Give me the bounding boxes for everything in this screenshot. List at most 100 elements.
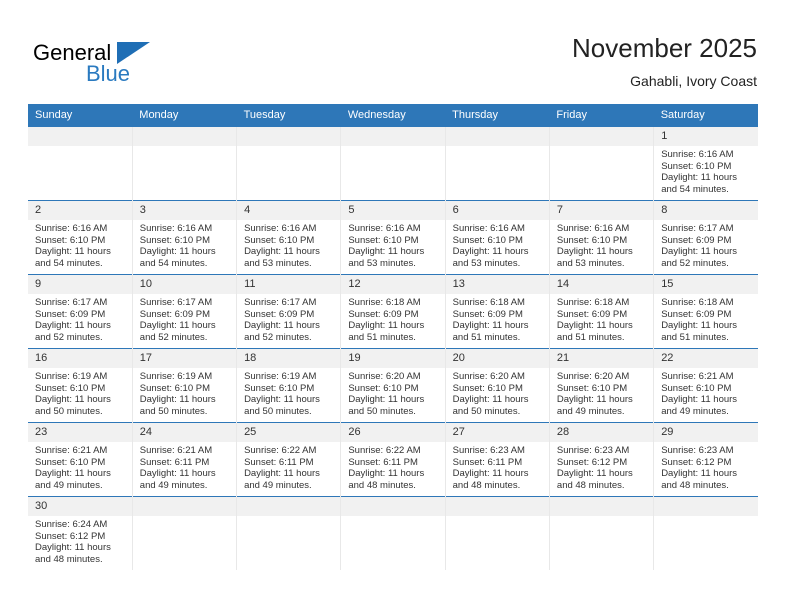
calendar-week-row: 30 Sunrise: 6:24 AM Sunset: 6:12 PM Dayligh… <box>28 496 758 570</box>
calendar-day-cell[interactable]: 14 Sunrise: 6:18 AM Sunset: 6:09 PM Dayligh… <box>548 274 654 349</box>
sunrise-text: Sunrise: 6:16 AM <box>35 223 108 234</box>
calendar-day-cell[interactable]: 19 Sunrise: 6:20 AM Sunset: 6:10 PM Dayligh… <box>340 348 446 423</box>
daylight-text-line1: Daylight: 11 hours <box>139 468 216 480</box>
sunset-text: Sunset: 6:11 PM <box>139 456 210 468</box>
calendar-day-cell[interactable]: 8 Sunrise: 6:17 AM Sunset: 6:09 PM Daylight… <box>653 200 758 275</box>
sunset-text: Sunset: 6:10 PM <box>35 234 106 246</box>
daylight-text-line1: Daylight: 11 hours <box>452 246 529 258</box>
sunset-text: Sunset: 6:09 PM <box>556 308 628 320</box>
daylight-text-line1: Daylight: 11 hours <box>661 246 738 258</box>
daylight-text-line1: Daylight: 11 hours <box>348 468 425 480</box>
calendar-day-cell-empty[interactable] <box>548 496 654 570</box>
daylight-text-line2: and 53 minutes. <box>556 257 625 269</box>
sunrise-text: Sunrise: 6:18 AM <box>452 297 525 308</box>
sunset-text: Sunset: 6:10 PM <box>244 382 315 394</box>
calendar-day-cell-empty[interactable] <box>236 126 341 201</box>
calendar-day-cell[interactable]: 26 Sunrise: 6:22 AM Sunset: 6:11 PM Dayligh… <box>340 422 446 497</box>
calendar-day-cell[interactable]: 6 Sunrise: 6:16 AM Sunset: 6:10 PM Daylight… <box>444 200 550 275</box>
calendar-day-cell[interactable]: 9 Sunrise: 6:17 AM Sunset: 6:09 PM Daylight… <box>28 274 133 349</box>
calendar-day-cell[interactable]: 29 Sunrise: 6:23 AM Sunset: 6:12 PM Dayligh… <box>653 422 758 497</box>
calendar-day-cell[interactable]: 16 Sunrise: 6:19 AM Sunset: 6:10 PM Dayligh… <box>28 348 133 423</box>
day-sun-info: Sunrise: 6:22 AM Sunset: 6:11 PM Daylight:… <box>341 442 444 491</box>
day-sun-info: Sunrise: 6:19 AM Sunset: 6:10 PM Daylight:… <box>237 368 340 417</box>
day-number: 18 <box>237 349 341 368</box>
calendar-day-cell[interactable]: 17 Sunrise: 6:19 AM Sunset: 6:10 PM Dayligh… <box>131 348 237 423</box>
sunrise-text: Sunrise: 6:17 AM <box>35 297 108 308</box>
daylight-text-line2: and 50 minutes. <box>139 405 208 417</box>
calendar-day-cell-empty[interactable] <box>548 126 654 201</box>
daylight-text-line1: Daylight: 11 hours <box>452 468 529 480</box>
calendar-day-cell[interactable]: 28 Sunrise: 6:23 AM Sunset: 6:12 PM Dayligh… <box>548 422 654 497</box>
calendar-day-cell[interactable]: 10 Sunrise: 6:17 AM Sunset: 6:09 PM Dayligh… <box>131 274 237 349</box>
day-sun-info: Sunrise: 6:23 AM Sunset: 6:11 PM Daylight:… <box>446 442 549 491</box>
sunset-text: Sunset: 6:12 PM <box>661 456 732 468</box>
daylight-text-line2: and 52 minutes. <box>139 331 208 343</box>
day-sun-info: Sunrise: 6:21 AM Sunset: 6:10 PM Daylight:… <box>28 442 132 491</box>
calendar-day-cell[interactable]: 7 Sunrise: 6:16 AM Sunset: 6:10 PM Daylight… <box>548 200 654 275</box>
day-sun-info: Sunrise: 6:18 AM Sunset: 6:09 PM Daylight:… <box>446 294 549 343</box>
sunset-text: Sunset: 6:12 PM <box>556 456 628 468</box>
calendar-day-cell[interactable]: 13 Sunrise: 6:18 AM Sunset: 6:09 PM Dayligh… <box>444 274 550 349</box>
calendar-day-cell[interactable]: 22 Sunrise: 6:21 AM Sunset: 6:10 PM Dayligh… <box>653 348 758 423</box>
sunrise-text: Sunrise: 6:24 AM <box>35 519 108 530</box>
calendar-day-cell[interactable]: 1 Sunrise: 6:16 AM Sunset: 6:10 PM Daylight… <box>653 126 758 201</box>
sunrise-text: Sunrise: 6:17 AM <box>244 297 317 308</box>
day-number: 22 <box>654 349 758 368</box>
sunset-text: Sunset: 6:09 PM <box>661 234 732 246</box>
calendar-day-cell-empty[interactable] <box>28 126 133 201</box>
calendar-day-cell[interactable]: 12 Sunrise: 6:18 AM Sunset: 6:09 PM Dayligh… <box>340 274 446 349</box>
day-number <box>341 127 445 146</box>
calendar-day-cell[interactable]: 5 Sunrise: 6:16 AM Sunset: 6:10 PM Daylight… <box>340 200 446 275</box>
day-sun-info: Sunrise: 6:16 AM Sunset: 6:10 PM Daylight:… <box>237 220 340 269</box>
sunrise-text: Sunrise: 6:22 AM <box>244 445 317 456</box>
sunset-text: Sunset: 6:09 PM <box>35 308 106 320</box>
daylight-text-line1: Daylight: 11 hours <box>244 320 320 332</box>
day-sun-info: Sunrise: 6:21 AM Sunset: 6:10 PM Daylight:… <box>654 368 758 417</box>
day-number: 25 <box>237 423 341 442</box>
calendar-day-cell[interactable]: 18 Sunrise: 6:19 AM Sunset: 6:10 PM Dayligh… <box>236 348 341 423</box>
sunrise-text: Sunrise: 6:23 AM <box>661 445 734 456</box>
calendar-day-cell[interactable]: 21 Sunrise: 6:20 AM Sunset: 6:10 PM Dayligh… <box>548 348 654 423</box>
calendar-day-cell[interactable]: 11 Sunrise: 6:17 AM Sunset: 6:09 PM Dayligh… <box>236 274 341 349</box>
day-sun-info: Sunrise: 6:20 AM Sunset: 6:10 PM Daylight:… <box>341 368 444 417</box>
daylight-text-line1: Daylight: 11 hours <box>244 394 320 406</box>
calendar-day-cell[interactable]: 24 Sunrise: 6:21 AM Sunset: 6:11 PM Dayligh… <box>131 422 237 497</box>
day-sun-info: Sunrise: 6:19 AM Sunset: 6:10 PM Daylight:… <box>133 368 236 417</box>
day-sun-info: Sunrise: 6:18 AM Sunset: 6:09 PM Daylight:… <box>654 294 758 343</box>
calendar-day-cell[interactable]: 23 Sunrise: 6:21 AM Sunset: 6:10 PM Dayligh… <box>28 422 133 497</box>
sunrise-text: Sunrise: 6:19 AM <box>139 371 213 382</box>
calendar-day-cell-empty[interactable] <box>444 126 550 201</box>
calendar-day-cell[interactable]: 30 Sunrise: 6:24 AM Sunset: 6:12 PM Dayligh… <box>28 496 133 570</box>
calendar-day-cell[interactable]: 15 Sunrise: 6:18 AM Sunset: 6:09 PM Dayligh… <box>653 274 758 349</box>
calendar-day-cell[interactable]: 4 Sunrise: 6:16 AM Sunset: 6:10 PM Daylight… <box>236 200 341 275</box>
daylight-text-line1: Daylight: 11 hours <box>35 320 111 332</box>
calendar-day-cell[interactable]: 3 Sunrise: 6:16 AM Sunset: 6:10 PM Daylight… <box>131 200 237 275</box>
calendar-day-cell-empty[interactable] <box>653 496 758 570</box>
calendar-day-cell[interactable]: 20 Sunrise: 6:20 AM Sunset: 6:10 PM Dayligh… <box>444 348 550 423</box>
sunset-text: Sunset: 6:10 PM <box>139 234 211 246</box>
calendar-day-cell[interactable]: 2 Sunrise: 6:16 AM Sunset: 6:10 PM Daylight… <box>28 200 133 275</box>
calendar-day-cell-empty[interactable] <box>131 496 237 570</box>
calendar-day-cell[interactable]: 25 Sunrise: 6:22 AM Sunset: 6:11 PM Dayligh… <box>236 422 341 497</box>
sunrise-text: Sunrise: 6:18 AM <box>348 297 421 308</box>
sunrise-text: Sunrise: 6:20 AM <box>452 371 525 382</box>
day-number: 23 <box>28 423 132 442</box>
day-number <box>445 497 549 516</box>
daylight-text-line2: and 48 minutes. <box>348 479 416 491</box>
daylight-text-line2: and 48 minutes. <box>556 479 625 491</box>
sunrise-text: Sunrise: 6:17 AM <box>139 297 213 308</box>
calendar-day-cell-empty[interactable] <box>340 496 446 570</box>
weekday-header-monday: Monday <box>132 104 237 127</box>
calendar-day-cell-empty[interactable] <box>444 496 550 570</box>
sunset-text: Sunset: 6:11 PM <box>452 456 523 468</box>
daylight-text-line2: and 51 minutes. <box>452 331 521 343</box>
title-block: November 2025 Gahabli, Ivory Coast <box>572 32 757 91</box>
calendar-day-cell-empty[interactable] <box>340 126 446 201</box>
day-number: 1 <box>654 127 758 146</box>
calendar-day-cell-empty[interactable] <box>236 496 341 570</box>
calendar-day-cell-empty[interactable] <box>131 126 237 201</box>
day-sun-info: Sunrise: 6:17 AM Sunset: 6:09 PM Daylight:… <box>654 220 758 269</box>
sunset-text: Sunset: 6:09 PM <box>661 308 732 320</box>
daylight-text-line1: Daylight: 11 hours <box>35 542 111 554</box>
calendar-day-cell[interactable]: 27 Sunrise: 6:23 AM Sunset: 6:11 PM Dayligh… <box>444 422 550 497</box>
